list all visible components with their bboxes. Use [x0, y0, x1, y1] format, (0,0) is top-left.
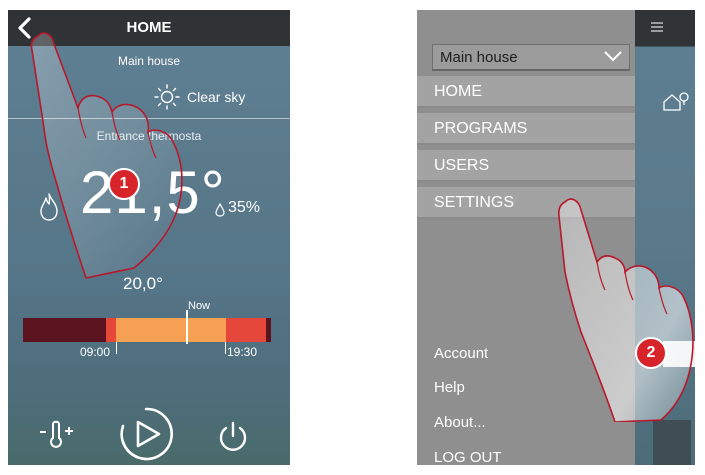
step-badge-2: 2 [635, 337, 667, 369]
side-menu: Main house HOME PROGRAMS USERS SETTINGS … [417, 10, 635, 465]
timeline-tick-start [116, 342, 117, 354]
sun-icon [154, 84, 180, 110]
divider [8, 118, 290, 119]
now-marker [186, 310, 188, 344]
menu-item-logout[interactable]: LOG OUT [434, 449, 502, 465]
weather-label: Clear sky [187, 89, 246, 105]
power-icon[interactable] [217, 420, 249, 454]
chevron-down-icon [604, 51, 622, 62]
page-title: HOME [126, 19, 172, 36]
menu-item-about[interactable]: About... [434, 414, 486, 431]
setpoint-temperature: 20,0° [123, 274, 163, 293]
play-icon[interactable] [115, 406, 177, 462]
humidity-value: 35% [228, 199, 261, 216]
now-label: Now [188, 300, 211, 312]
menu-item-users[interactable]: USERS [417, 150, 635, 182]
menu-item-home[interactable]: HOME [417, 76, 635, 108]
humidity-drop-icon [215, 203, 225, 217]
thermostat-name: Entrance thermosta [96, 129, 202, 143]
step-badge-1: 1 [108, 168, 140, 200]
house-selector-value: Main house [440, 49, 518, 66]
background-home-strip [635, 10, 695, 465]
timeline-segment-red [106, 318, 116, 342]
timeline-end-time: 19:30 [227, 345, 258, 359]
thermometer-plus-icon[interactable] [38, 418, 78, 454]
menu-item-account[interactable]: Account [434, 345, 488, 362]
background-panel-dark [653, 420, 691, 465]
menu-item-programs[interactable]: PROGRAMS [417, 113, 635, 145]
home-screen: HOME Main house Clear sky Entrance therm… [8, 10, 290, 465]
timeline-start-time: 09:00 [80, 345, 111, 359]
background-panel-light [663, 341, 695, 367]
timeline-segment-comfort [116, 318, 226, 342]
flame-icon [40, 193, 58, 221]
menu-item-settings[interactable]: SETTINGS [417, 187, 635, 219]
timeline-segment-night [23, 318, 106, 342]
menu-item-help[interactable]: Help [434, 379, 465, 396]
timeline-tick-end [225, 342, 226, 354]
house-name: Main house [117, 54, 181, 68]
schedule-timeline[interactable] [23, 318, 271, 342]
hamburger-menu-icon[interactable] [649, 20, 665, 34]
current-temperature: 21,5° [80, 159, 226, 226]
side-menu-screen: Main house HOME PROGRAMS USERS SETTINGS … [417, 10, 695, 465]
home-settings-icon[interactable] [662, 90, 690, 112]
timeline-segment-end [266, 318, 271, 342]
house-selector[interactable]: Main house [432, 44, 630, 71]
timeline-segment-red-2 [226, 318, 266, 342]
